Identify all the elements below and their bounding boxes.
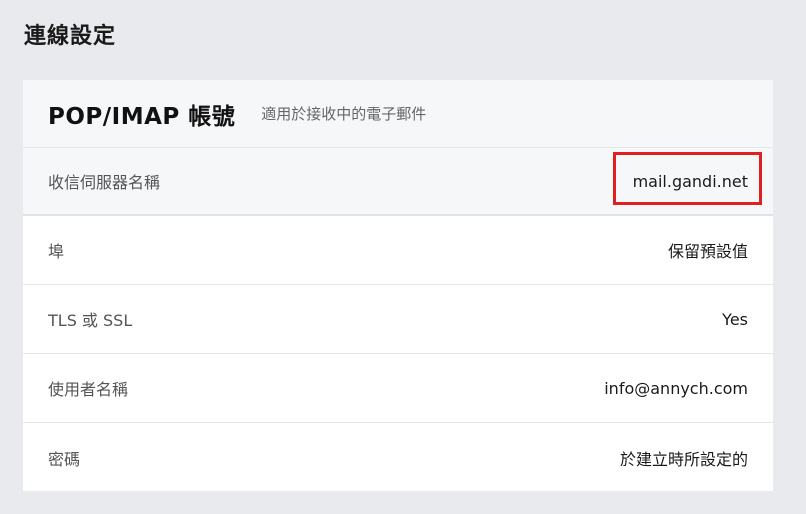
- card-subtitle: 適用於接收中的電子郵件: [261, 105, 427, 123]
- card-header: POP/IMAP 帳號 適用於接收中的電子郵件: [23, 80, 773, 148]
- settings-row-username: 使用者名稱 info@annych.com: [23, 354, 773, 423]
- row-value-username: info@annych.com: [604, 378, 748, 398]
- row-label-username: 使用者名稱: [48, 380, 129, 399]
- row-label-incoming-server: 收信伺服器名稱: [48, 173, 161, 192]
- row-value-incoming-server: mail.gandi.net: [632, 171, 748, 191]
- settings-row-port: 埠 保留預設值: [23, 216, 773, 285]
- settings-row-password: 密碼 於建立時所設定的: [23, 423, 773, 492]
- row-label-port: 埠: [48, 242, 65, 261]
- card-title: POP/IMAP 帳號: [48, 103, 236, 130]
- row-label-password: 密碼: [48, 449, 81, 469]
- settings-row-tls-ssl: TLS 或 SSL Yes: [23, 285, 773, 354]
- row-value-tls-ssl: Yes: [722, 309, 748, 329]
- row-value-port: 保留預設值: [667, 242, 748, 261]
- row-value-password: 於建立時所設定的: [619, 449, 748, 469]
- settings-row-incoming-server: 收信伺服器名稱 mail.gandi.net: [23, 148, 773, 216]
- pop-imap-settings-card: POP/IMAP 帳號 適用於接收中的電子郵件 收信伺服器名稱 mail.gan…: [23, 80, 773, 491]
- row-label-tls-ssl: TLS 或 SSL: [48, 311, 133, 330]
- page-title: 連線設定: [24, 24, 117, 49]
